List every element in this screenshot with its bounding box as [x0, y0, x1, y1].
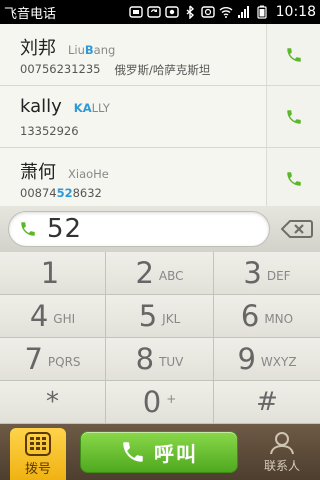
key-digit: 5: [138, 299, 158, 333]
key-letters: TUV: [159, 354, 184, 369]
key-letters: PQRS: [47, 354, 81, 369]
key-digit: 3: [243, 256, 262, 290]
call-contact-button[interactable]: [266, 24, 320, 85]
pinyin-part: ang: [93, 43, 116, 57]
pinyin-match: KA: [73, 101, 92, 115]
call-button[interactable]: 呼叫: [80, 431, 238, 473]
pinyin-part: Liu: [68, 43, 85, 57]
signal-icon: [237, 6, 249, 18]
dial-input-bar: 52: [0, 206, 320, 252]
key-letters: JKL: [162, 311, 181, 326]
number-part: 00874: [20, 186, 57, 200]
key-digit: 7: [24, 342, 43, 376]
phone-icon: [286, 47, 301, 62]
key-digit: 1: [40, 256, 60, 290]
key-digit: *: [46, 387, 59, 417]
key-digit: 2: [135, 256, 154, 290]
key-digit: 9: [237, 342, 256, 376]
phone-icon: [123, 442, 143, 462]
contact-number: 00874528632: [20, 186, 102, 200]
phone-icon: [286, 109, 301, 124]
status-time: 10:18: [275, 4, 316, 20]
key-4[interactable]: 4 GHI: [0, 295, 106, 338]
key-letters: ABC: [158, 268, 184, 283]
key-letters: +: [166, 392, 177, 406]
key-digit: 0: [142, 385, 162, 419]
key-letters: DEF: [266, 268, 291, 283]
tab-dialpad[interactable]: 拨号: [10, 428, 66, 480]
phone-icon: [286, 171, 301, 186]
key-0[interactable]: 0 +: [106, 381, 214, 424]
key-6[interactable]: 6 MNO: [214, 295, 320, 338]
contacts-icon: [270, 431, 294, 454]
contact-row[interactable]: 萧何 XiaoHe 00874528632: [0, 148, 320, 210]
key-digit: 8: [135, 342, 155, 376]
alarm-icon: [200, 6, 215, 18]
contact-name: 刘邦: [20, 38, 56, 59]
battery-icon: [257, 5, 267, 19]
key-letters: GHI: [53, 311, 76, 326]
status-bar: 飞音电话 10:18: [0, 0, 320, 24]
contact-info[interactable]: kally KALLY 13352926: [0, 86, 266, 147]
key-8[interactable]: 8 TUV: [106, 338, 214, 381]
dial-number-text: 52: [47, 214, 83, 244]
key-7[interactable]: 7 PQRS: [0, 338, 106, 381]
status-app-title: 飞音电话: [4, 6, 57, 22]
key-9[interactable]: 9 WXYZ: [214, 338, 320, 381]
key-5[interactable]: 5 JKL: [106, 295, 214, 338]
contact-row[interactable]: 刘邦 LiuBang 00756231235 俄罗斯/哈萨克斯坦: [0, 24, 320, 86]
contact-pinyin: KALLY: [74, 101, 110, 115]
contact-pinyin: LiuBang: [68, 43, 115, 57]
pinyin-part: LLY: [91, 101, 110, 115]
contact-info[interactable]: 刘邦 LiuBang 00756231235 俄罗斯/哈萨克斯坦: [0, 24, 266, 85]
key-digit: #: [256, 387, 278, 417]
pinyin-match: B: [84, 43, 94, 57]
contact-row[interactable]: kally KALLY 13352926: [0, 86, 320, 148]
call-contact-button[interactable]: [266, 148, 320, 209]
backspace-icon: [281, 220, 313, 238]
tab-contacts[interactable]: 联系人: [256, 431, 308, 474]
status-icons: 10:18: [128, 4, 320, 20]
key-1[interactable]: 1: [0, 252, 106, 295]
key-letters: MNO: [264, 311, 294, 326]
contact-info[interactable]: 萧何 XiaoHe 00874528632: [0, 148, 266, 209]
call-button-label: 呼叫: [154, 441, 198, 466]
number-part: 8632: [72, 186, 102, 200]
bluetooth-icon: [186, 5, 194, 19]
key-star[interactable]: *: [0, 381, 106, 424]
dialpad-icon: [25, 431, 51, 456]
number-match: 52: [56, 186, 73, 200]
contact-name: 萧何: [20, 162, 56, 183]
contact-location: 俄罗斯/哈萨克斯坦: [114, 63, 211, 77]
screenshot-icon: [164, 6, 179, 18]
contact-results-list: 刘邦 LiuBang 00756231235 俄罗斯/哈萨克斯坦 kally K…: [0, 24, 320, 210]
contact-number: 00756231235: [20, 62, 101, 76]
key-letters: WXYZ: [260, 354, 297, 369]
bottom-bar: 拨号 呼叫 联系人: [0, 424, 320, 480]
key-digit: 4: [29, 299, 49, 333]
key-hash[interactable]: #: [214, 381, 320, 424]
contact-pinyin: XiaoHe: [68, 167, 109, 181]
dial-keypad: 1 2 ABC 3 DEF 4 GHI 5 JKL 6 MNO 7 PQRS 8 TUV 9W…: [0, 252, 320, 424]
key-3[interactable]: 3 DEF: [214, 252, 320, 295]
key-digit: 6: [240, 299, 260, 333]
tab-dialpad-label: 拨号: [24, 461, 51, 477]
contact-number: 13352926: [20, 124, 79, 138]
tab-contacts-label: 联系人: [263, 458, 300, 473]
key-2[interactable]: 2 ABC: [106, 252, 214, 295]
wifi-icon: [219, 7, 233, 18]
dial-number-field[interactable]: 52: [8, 211, 270, 247]
call-contact-button[interactable]: [266, 86, 320, 147]
backspace-button[interactable]: [280, 217, 314, 241]
usb-icon: [128, 6, 143, 18]
phone-icon: [21, 222, 35, 236]
sync-icon: [146, 6, 161, 18]
contact-name: kally: [20, 96, 62, 117]
